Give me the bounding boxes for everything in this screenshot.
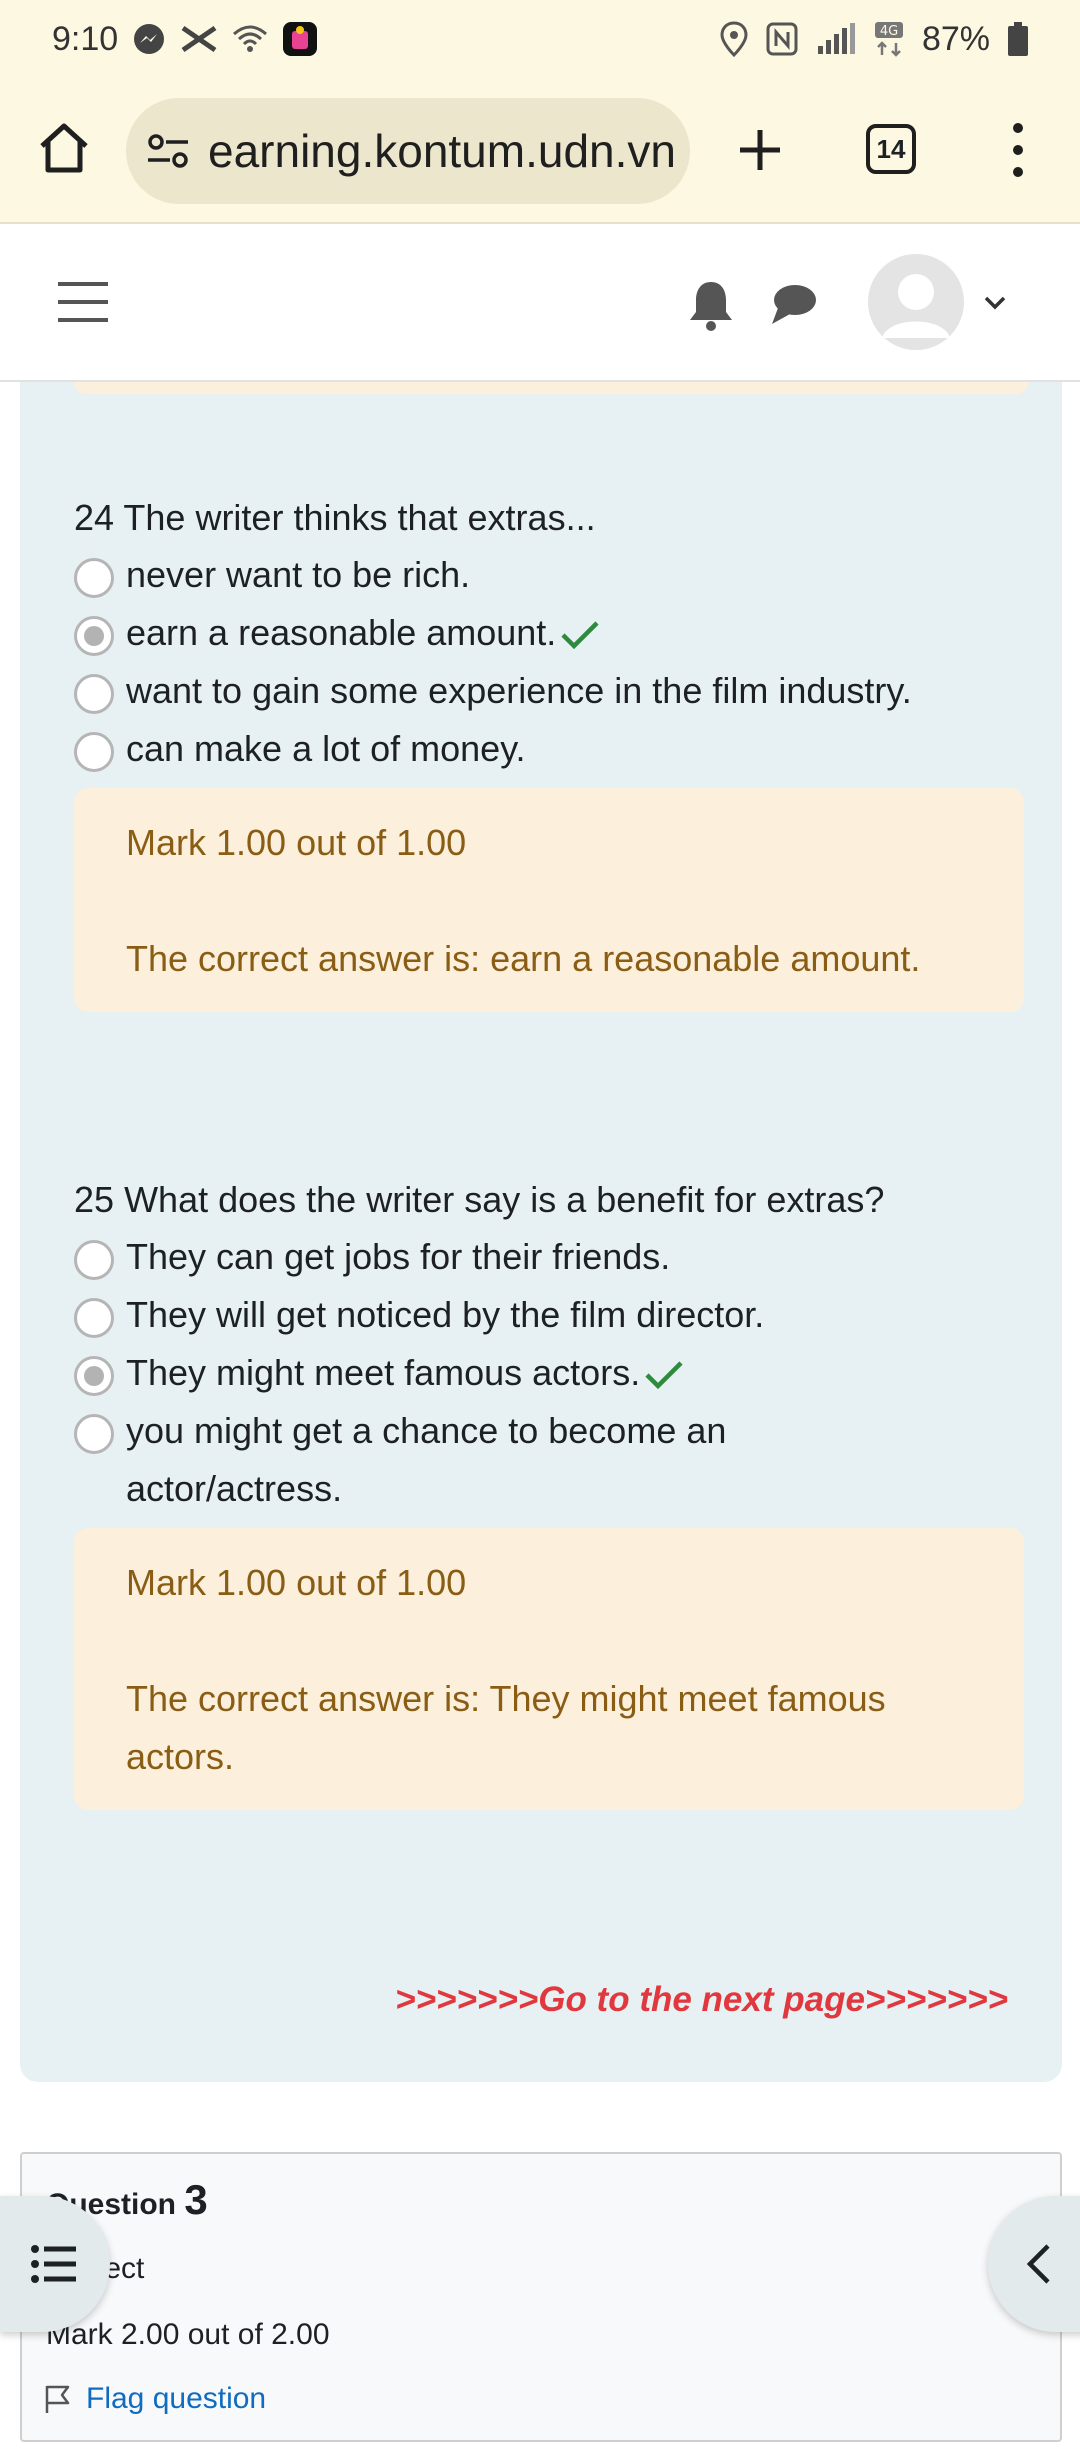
location-icon bbox=[720, 21, 748, 57]
answer-label: They can get jobs for their friends. bbox=[126, 1236, 671, 1277]
network-4g-icon: 4G bbox=[874, 21, 904, 57]
answer-label: want to gain some experience in the film… bbox=[126, 670, 912, 711]
question-text: 24 The writer thinks that extras... bbox=[74, 497, 596, 538]
site-header bbox=[0, 224, 1080, 382]
list-icon bbox=[31, 2245, 76, 2283]
next-page-link[interactable]: >>>>>>>Go to the next page>>>>>>> bbox=[395, 1980, 1008, 2020]
feedback-box: Mark 1.00 out of 1.00 The correct answer… bbox=[74, 788, 1024, 1012]
correct-check-icon bbox=[561, 621, 599, 650]
answer-option[interactable]: never want to be rich. bbox=[74, 546, 1024, 604]
plus-icon bbox=[740, 130, 780, 170]
home-icon bbox=[40, 123, 88, 173]
answer-label: earn a reasonable amount. bbox=[126, 612, 557, 653]
app-notification-icon bbox=[282, 21, 318, 57]
bell-icon bbox=[690, 282, 732, 331]
question-25: 25 What does the writer say is a benefit… bbox=[74, 1172, 1024, 1810]
answer-label: They will get noticed by the film direct… bbox=[126, 1294, 765, 1335]
flag-question-link[interactable]: Flag question bbox=[44, 2382, 266, 2416]
flag-icon bbox=[45, 2385, 70, 2413]
status-bar: 9:10 4G 87% bbox=[0, 0, 1080, 78]
home-button[interactable] bbox=[34, 118, 94, 178]
question-content-panel: 24 The writer thinks that extras... neve… bbox=[20, 382, 1062, 2082]
answer-option[interactable]: you might get a chance to become an acto… bbox=[74, 1402, 1024, 1518]
default-user-icon bbox=[868, 254, 964, 350]
radio-button[interactable] bbox=[74, 1414, 114, 1454]
question-24: 24 The writer thinks that extras... neve… bbox=[74, 490, 1024, 1012]
new-tab-button[interactable] bbox=[730, 120, 790, 180]
address-bar[interactable]: earning.kontum.udn.vn bbox=[126, 98, 690, 204]
answer-label: can make a lot of money. bbox=[126, 728, 526, 769]
answer-option[interactable]: can make a lot of money. bbox=[74, 720, 1024, 778]
more-vert-icon bbox=[1013, 123, 1023, 177]
messenger-icon bbox=[132, 22, 166, 56]
tab-switcher-button[interactable]: 14 bbox=[866, 124, 916, 174]
signal-icon bbox=[816, 22, 856, 56]
radio-button[interactable] bbox=[74, 1298, 114, 1338]
nfc-icon bbox=[766, 22, 798, 56]
hamburger-icon bbox=[58, 282, 108, 322]
radio-button[interactable] bbox=[74, 674, 114, 714]
previous-feedback-edge bbox=[74, 382, 1028, 394]
radio-button-selected[interactable] bbox=[74, 1356, 114, 1396]
mark-text: Mark 1.00 out of 1.00 bbox=[126, 1562, 467, 1603]
browser-toolbar: earning.kontum.udn.vn 14 bbox=[0, 78, 1080, 224]
correct-answer-text: The correct answer is: earn a reasonable… bbox=[126, 938, 921, 979]
user-avatar[interactable] bbox=[868, 254, 964, 350]
radio-button[interactable] bbox=[74, 1240, 114, 1280]
answer-option[interactable]: want to gain some experience in the film… bbox=[74, 662, 1024, 720]
question-text: 25 What does the writer say is a benefit… bbox=[74, 1179, 885, 1220]
question-info-block: Question 3 Correct Mark 2.00 out of 2.00… bbox=[20, 2152, 1062, 2442]
correct-check-icon bbox=[645, 1361, 683, 1390]
user-menu-toggle[interactable] bbox=[980, 290, 1010, 314]
mark-text: Mark 1.00 out of 1.00 bbox=[126, 822, 467, 863]
radio-button[interactable] bbox=[74, 732, 114, 772]
answer-option[interactable]: They can get jobs for their friends. bbox=[74, 1228, 1024, 1286]
correct-answer-text: The correct answer is: They might meet f… bbox=[126, 1678, 886, 1777]
url-text[interactable]: earning.kontum.udn.vn bbox=[208, 124, 676, 178]
messages-button[interactable] bbox=[770, 280, 818, 328]
status-time: 9:10 bbox=[52, 19, 119, 58]
wifi-icon bbox=[232, 24, 268, 54]
feedback-box: Mark 1.00 out of 1.00 The correct answer… bbox=[74, 1528, 1024, 1810]
chevron-left-icon bbox=[1026, 2244, 1050, 2284]
answer-label: They might meet famous actors. bbox=[126, 1352, 641, 1393]
capcut-icon bbox=[180, 24, 218, 54]
notifications-button[interactable] bbox=[686, 278, 736, 332]
battery-percent: 87% bbox=[921, 19, 990, 58]
radio-button-selected[interactable] bbox=[74, 616, 114, 656]
chat-icon bbox=[772, 285, 816, 324]
svg-text:4G: 4G bbox=[880, 24, 898, 39]
nav-drawer-button[interactable] bbox=[56, 280, 110, 324]
battery-icon bbox=[1008, 22, 1028, 56]
site-settings-icon[interactable] bbox=[146, 131, 190, 171]
answer-label: never want to be rich. bbox=[126, 554, 471, 595]
answer-option[interactable]: earn a reasonable amount. bbox=[74, 604, 1024, 662]
question-grade: Mark 2.00 out of 2.00 bbox=[46, 2318, 330, 2351]
radio-button[interactable] bbox=[74, 558, 114, 598]
answer-option[interactable]: They will get noticed by the film direct… bbox=[74, 1286, 1024, 1344]
answer-option[interactable]: They might meet famous actors. bbox=[74, 1344, 1024, 1402]
chevron-down-icon bbox=[984, 296, 1006, 310]
answer-label: you might get a chance to become an acto… bbox=[126, 1410, 727, 1509]
browser-menu-button[interactable] bbox=[1000, 118, 1036, 182]
